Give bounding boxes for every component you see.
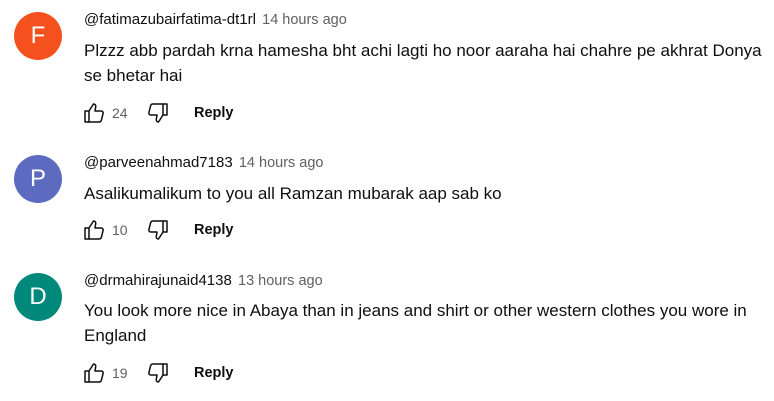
- comment-header: @drmahirajunaid4138 13 hours ago: [84, 271, 323, 291]
- comment-timestamp[interactable]: 14 hours ago: [262, 12, 347, 28]
- reply-button[interactable]: Reply: [194, 105, 234, 121]
- comment-header: @parveenahmad7183 14 hours ago: [84, 153, 324, 173]
- comment-actions: 24 Reply: [80, 98, 234, 128]
- dislike-button[interactable]: [144, 99, 172, 127]
- like-count: 24: [112, 105, 128, 121]
- thumbs-up-icon: [84, 103, 104, 123]
- thumbs-down-icon: [148, 363, 168, 383]
- thumbs-down-icon: [148, 103, 168, 123]
- thumbs-up-icon: [84, 363, 104, 383]
- reply-button[interactable]: Reply: [194, 222, 234, 238]
- comment-author[interactable]: @parveenahmad7183: [84, 154, 233, 171]
- avatar[interactable]: D: [14, 273, 62, 321]
- comment-text: You look more nice in Abaya than in jean…: [84, 301, 747, 345]
- avatar[interactable]: F: [14, 12, 62, 60]
- comment-timestamp[interactable]: 14 hours ago: [239, 155, 324, 171]
- like-count: 19: [112, 365, 128, 381]
- dislike-button[interactable]: [144, 359, 172, 387]
- comment-text: Plzzz abb pardah krna hamesha bht achi l…: [84, 41, 762, 85]
- like-button[interactable]: [80, 359, 108, 387]
- comment-actions: 10 Reply: [80, 215, 234, 245]
- comment-text: Asalikumalikum to you all Ramzan mubarak…: [84, 184, 502, 203]
- dislike-button[interactable]: [144, 216, 172, 244]
- comment-author[interactable]: @drmahirajunaid4138: [84, 272, 232, 289]
- comment-header: @fatimazubairfatima-dt1rl 14 hours ago: [84, 10, 347, 30]
- avatar[interactable]: P: [14, 155, 62, 203]
- reply-button[interactable]: Reply: [194, 365, 234, 381]
- like-button[interactable]: [80, 216, 108, 244]
- comment-timestamp[interactable]: 13 hours ago: [238, 273, 323, 289]
- like-count: 10: [112, 222, 128, 238]
- thumbs-down-icon: [148, 220, 168, 240]
- comment-actions: 19 Reply: [80, 358, 234, 388]
- like-button[interactable]: [80, 99, 108, 127]
- thumbs-up-icon: [84, 220, 104, 240]
- comment-author[interactable]: @fatimazubairfatima-dt1rl: [84, 11, 256, 28]
